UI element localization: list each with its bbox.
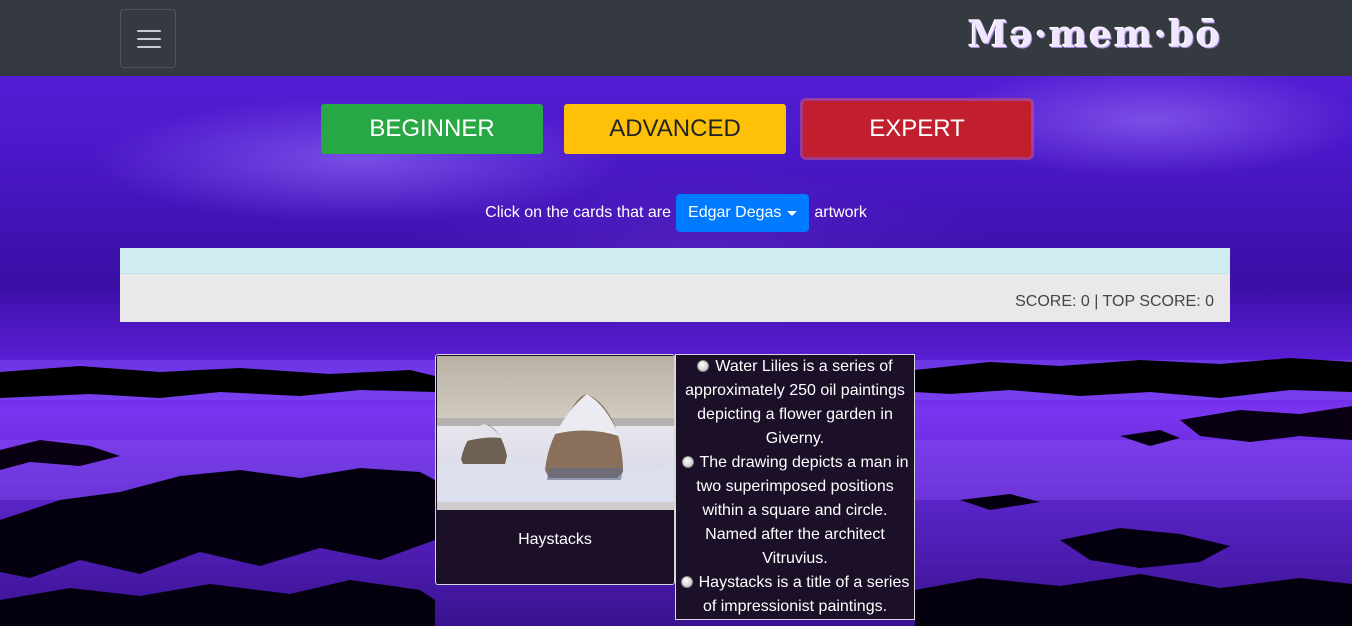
radio-icon[interactable] xyxy=(697,360,710,372)
expert-button[interactable]: EXPERT xyxy=(803,101,1031,157)
menu-toggle-button[interactable] xyxy=(120,9,176,68)
radio-icon[interactable] xyxy=(680,576,693,588)
radio-icon[interactable] xyxy=(681,456,694,468)
option-item[interactable]: Water Lilies is a series of approximatel… xyxy=(679,355,911,451)
instruction-suffix: artwork xyxy=(814,204,867,221)
artist-dropdown-label: Edgar Degas xyxy=(688,204,782,221)
caret-down-icon xyxy=(787,210,798,216)
beginner-button[interactable]: BEGINNER xyxy=(321,104,543,154)
haystacks-painting xyxy=(437,356,674,510)
option-text: The drawing depicts a man in two superim… xyxy=(696,454,909,567)
advanced-button[interactable]: ADVANCED xyxy=(564,104,786,154)
score-text: SCORE: 0 | TOP SCORE: 0 xyxy=(1015,293,1214,310)
score-panel: SCORE: 0 | TOP SCORE: 0 xyxy=(120,274,1230,322)
card-title: Haystacks xyxy=(518,531,592,548)
navbar: Mə·mem·bō xyxy=(0,0,1352,76)
instruction-line: Click on the cards that are Edgar Degas … xyxy=(0,194,1352,232)
option-text: Haystacks is a title of a series of impr… xyxy=(698,574,910,615)
info-alert xyxy=(120,248,1230,274)
answer-options: Water Lilies is a series of approximatel… xyxy=(675,354,915,620)
instruction-prefix: Click on the cards that are xyxy=(485,204,672,221)
brand-logo[interactable]: Mə·mem·bō xyxy=(968,14,1222,56)
option-item[interactable]: Haystacks is a title of a series of impr… xyxy=(679,571,911,619)
artwork-card[interactable]: Haystacks xyxy=(435,354,675,585)
artist-dropdown[interactable]: Edgar Degas xyxy=(676,194,810,232)
option-text: Water Lilies is a series of approximatel… xyxy=(685,358,905,447)
option-item[interactable]: The drawing depicts a man in two superim… xyxy=(679,451,911,571)
